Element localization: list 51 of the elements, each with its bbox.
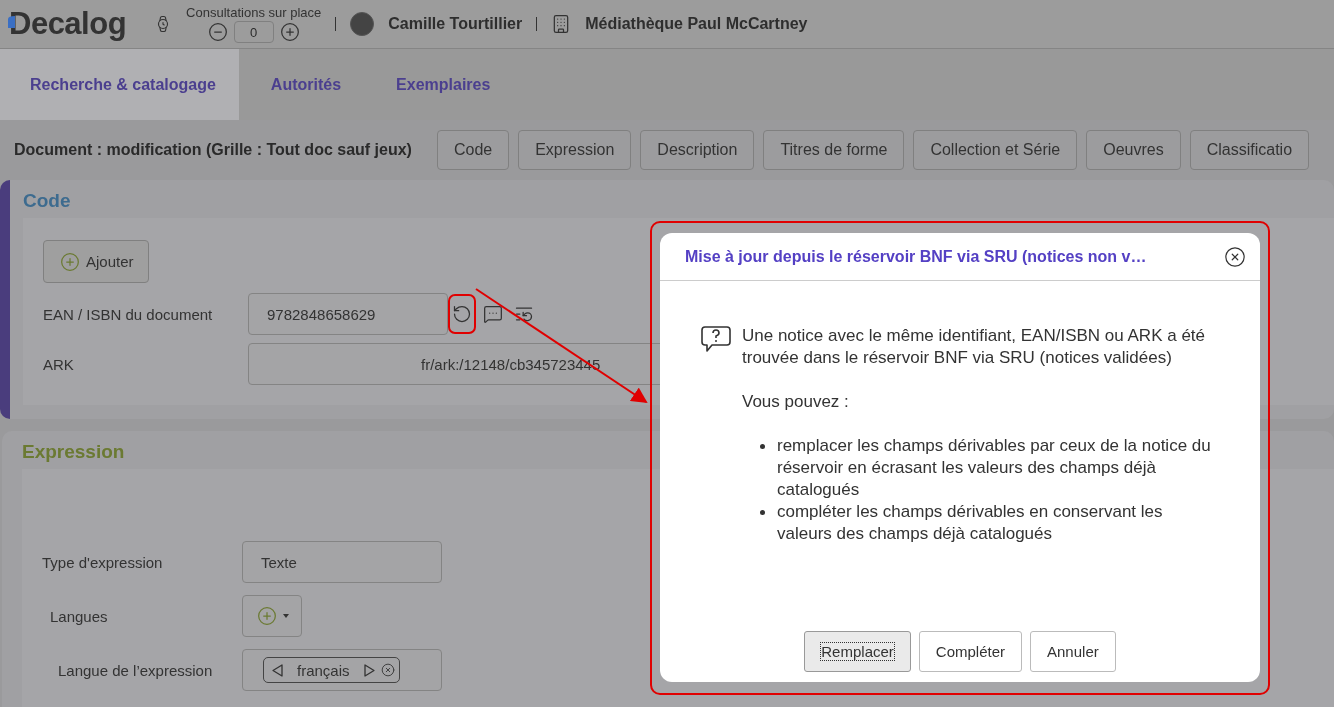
next-icon[interactable] bbox=[363, 663, 375, 677]
isbn-field[interactable]: 9782848658629 bbox=[248, 293, 448, 335]
field-label: Langue de l’expression bbox=[57, 661, 214, 679]
section-button[interactable]: Expression bbox=[518, 130, 632, 170]
plus-icon bbox=[257, 606, 277, 626]
type-field[interactable]: Texte bbox=[242, 541, 442, 583]
field-label: Langues bbox=[49, 607, 109, 625]
panel-title: Expression bbox=[22, 441, 125, 463]
caret-icon bbox=[283, 614, 289, 618]
library-name[interactable]: Médiathèque Paul McCartney bbox=[585, 15, 808, 33]
language-field[interactable]: français bbox=[242, 649, 442, 691]
action-button[interactable] bbox=[448, 294, 476, 334]
dialog-message: Une notice avec le même identifiant, EAN/ISBN ou ARK a été trouvée dans le réservoir BNF via SRU (notices validées) bbox=[742, 325, 1207, 369]
plus-button[interactable] bbox=[279, 22, 300, 42]
plus-icon bbox=[60, 251, 80, 272]
section-button[interactable]: Titres de forme bbox=[763, 130, 905, 170]
question-bubble-icon bbox=[700, 325, 732, 355]
dialog-button[interactable]: Annuler bbox=[1030, 631, 1116, 672]
dialog-prompt: Vous pouvez : bbox=[742, 391, 850, 413]
field-label: ARK bbox=[43, 355, 75, 373]
dialog-title: Mise à jour depuis le réservoir BNF via SRU (notices non v… bbox=[685, 247, 1147, 266]
refresh-icon bbox=[452, 304, 472, 324]
bullet-icon bbox=[760, 444, 765, 449]
nav-tab[interactable]: Autorités bbox=[240, 49, 365, 120]
section-button[interactable]: Description bbox=[640, 130, 755, 170]
logo[interactable]: Decalog bbox=[9, 6, 127, 42]
counter-field[interactable]: 0 bbox=[233, 21, 274, 43]
remove-icon[interactable] bbox=[380, 663, 395, 677]
option-text: compléter les champs dérivables en conservant les valeurs des champs déjà catalogués bbox=[777, 501, 1164, 545]
add-button[interactable]: Ajouter bbox=[43, 240, 149, 283]
close-button[interactable] bbox=[1224, 245, 1246, 268]
dialog-button[interactable]: Remplacer bbox=[804, 631, 911, 672]
section-button[interactable]: Classificatio bbox=[1189, 130, 1310, 170]
nav-tab[interactable]: Recherche & catalogage bbox=[0, 49, 239, 120]
chip-label: français bbox=[297, 661, 350, 679]
previous-icon[interactable] bbox=[272, 663, 283, 677]
user-name[interactable]: Camille Tourtillier bbox=[388, 15, 523, 33]
dialog-button[interactable]: Compléter bbox=[918, 631, 1022, 672]
section-button[interactable]: Code bbox=[436, 130, 510, 170]
counter-label: Consultations sur place bbox=[186, 5, 322, 20]
nav-tab[interactable]: Exemplaires bbox=[366, 49, 514, 120]
document-title: Document : modification (Grille : Tout doc sauf jeux) bbox=[14, 141, 412, 159]
field-label: EAN / ISBN du document bbox=[43, 305, 214, 323]
field-label: Type d'expression bbox=[42, 553, 164, 571]
avatar[interactable] bbox=[350, 12, 375, 36]
panel-title: Code bbox=[23, 190, 71, 212]
section-button[interactable]: Collection et Série bbox=[913, 130, 1078, 170]
minus-button[interactable] bbox=[207, 22, 228, 42]
bullet-icon bbox=[760, 510, 765, 515]
chat-icon bbox=[483, 304, 503, 324]
section-button[interactable]: Oeuvres bbox=[1086, 130, 1181, 170]
